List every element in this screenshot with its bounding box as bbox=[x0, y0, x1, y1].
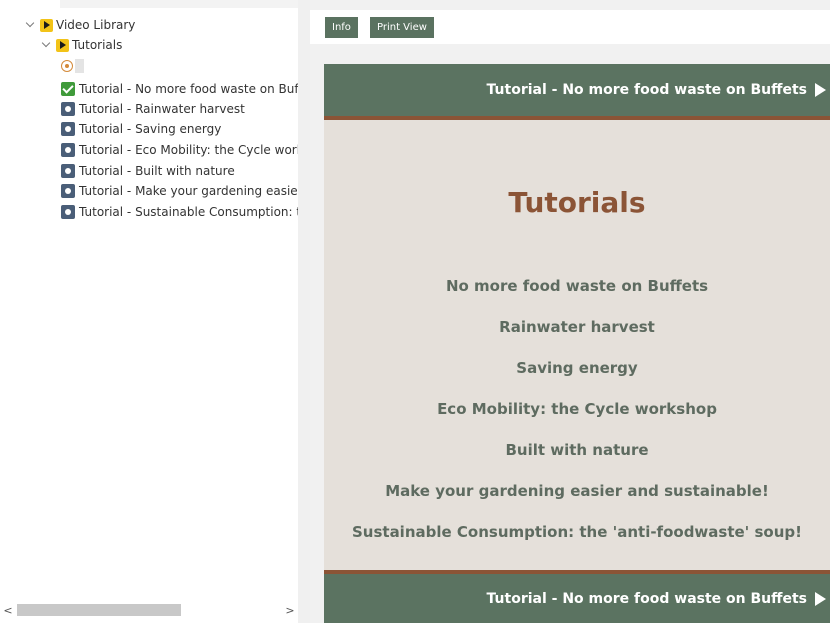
scroll-right-icon[interactable]: > bbox=[284, 604, 296, 618]
tree-item[interactable]: Tutorial - Sustainable Consumption: th bbox=[61, 203, 298, 221]
play-arrow-icon bbox=[815, 591, 826, 606]
video-folder-icon bbox=[56, 38, 69, 52]
toc-link[interactable]: Built with nature bbox=[324, 441, 830, 459]
tree-item-label: Tutorial - Saving energy bbox=[79, 122, 222, 136]
video-item-icon bbox=[61, 122, 75, 136]
scroll-left-icon[interactable]: < bbox=[2, 604, 14, 618]
checkmark-icon bbox=[61, 82, 75, 96]
next-topic-banner-bottom[interactable]: Tutorial - No more food waste on Buffets bbox=[324, 574, 830, 623]
locator-placeholder bbox=[75, 59, 84, 73]
tree-node-tutorials[interactable]: Tutorials bbox=[41, 36, 122, 54]
toc-link[interactable]: Make your gardening easier and sustainab… bbox=[324, 482, 830, 500]
toolbar: Info Print View bbox=[310, 10, 830, 44]
horizontal-scrollbar[interactable]: < > bbox=[0, 603, 298, 619]
toc-link[interactable]: Sustainable Consumption: the 'anti-foodw… bbox=[324, 523, 830, 541]
document-page: Tutorial - No more food waste on Buffets… bbox=[324, 64, 830, 623]
tree-node-label: Tutorials bbox=[72, 38, 123, 52]
chevron-down-icon[interactable] bbox=[25, 18, 37, 32]
print-view-button[interactable]: Print View bbox=[370, 17, 434, 38]
tree-item-label: Tutorial - Sustainable Consumption: th bbox=[79, 205, 298, 219]
scrollbar-thumb[interactable] bbox=[17, 604, 181, 616]
tree-item[interactable]: Tutorial - Make your gardening easier bbox=[61, 182, 298, 200]
video-item-icon bbox=[61, 164, 75, 178]
tree-item-label: Tutorial - Built with nature bbox=[79, 164, 235, 178]
video-item-icon bbox=[61, 143, 75, 157]
toc-link[interactable]: Saving energy bbox=[324, 359, 830, 377]
tree-node-label: Video Library bbox=[56, 18, 136, 32]
video-folder-icon bbox=[40, 18, 53, 32]
tree-item[interactable]: Tutorial - Built with nature bbox=[61, 162, 235, 180]
video-item-icon bbox=[61, 205, 75, 219]
tree-item[interactable]: Tutorial - No more food waste on Buff bbox=[61, 80, 298, 98]
tree-item-label: Tutorial - Rainwater harvest bbox=[79, 102, 245, 116]
chevron-down-icon[interactable] bbox=[41, 38, 53, 52]
tree-item[interactable]: Tutorial - Eco Mobility: the Cycle works bbox=[61, 141, 298, 159]
content-pane: Info Print View Tutorial - No more food … bbox=[310, 0, 830, 623]
locate-target-icon bbox=[61, 60, 73, 72]
tree-item[interactable]: Tutorial - Rainwater harvest bbox=[61, 100, 245, 118]
info-button[interactable]: Info bbox=[325, 17, 358, 38]
next-topic-banner-top[interactable]: Tutorial - No more food waste on Buffets bbox=[324, 64, 830, 116]
tree-node-video-library[interactable]: Video Library bbox=[25, 16, 135, 34]
banner-label: Tutorial - No more food waste on Buffets bbox=[486, 82, 807, 98]
tree-item-label: Tutorial - Eco Mobility: the Cycle works bbox=[79, 143, 298, 157]
toc-link[interactable]: Rainwater harvest bbox=[324, 318, 830, 336]
play-arrow-icon bbox=[815, 83, 826, 97]
toc-link[interactable]: No more food waste on Buffets bbox=[324, 277, 830, 295]
video-item-icon bbox=[61, 184, 75, 198]
video-item-icon bbox=[61, 102, 75, 116]
document-body: Tutorials No more food waste on Buffets … bbox=[324, 120, 830, 570]
panel-splitter[interactable] bbox=[298, 0, 310, 623]
tree-panel-header bbox=[60, 0, 298, 8]
page-title: Tutorials bbox=[508, 186, 646, 219]
locate-current-button[interactable] bbox=[61, 58, 85, 74]
toc-link[interactable]: Eco Mobility: the Cycle workshop bbox=[324, 400, 830, 418]
tree-item[interactable]: Tutorial - Saving energy bbox=[61, 120, 221, 138]
banner-label: Tutorial - No more food waste on Buffets bbox=[486, 590, 807, 607]
tree-item-label: Tutorial - Make your gardening easier bbox=[79, 184, 298, 198]
tree-item-label: Tutorial - No more food waste on Buff bbox=[79, 82, 298, 96]
tree-panel: Video Library Tutorials Tutorial - No mo… bbox=[0, 0, 298, 623]
